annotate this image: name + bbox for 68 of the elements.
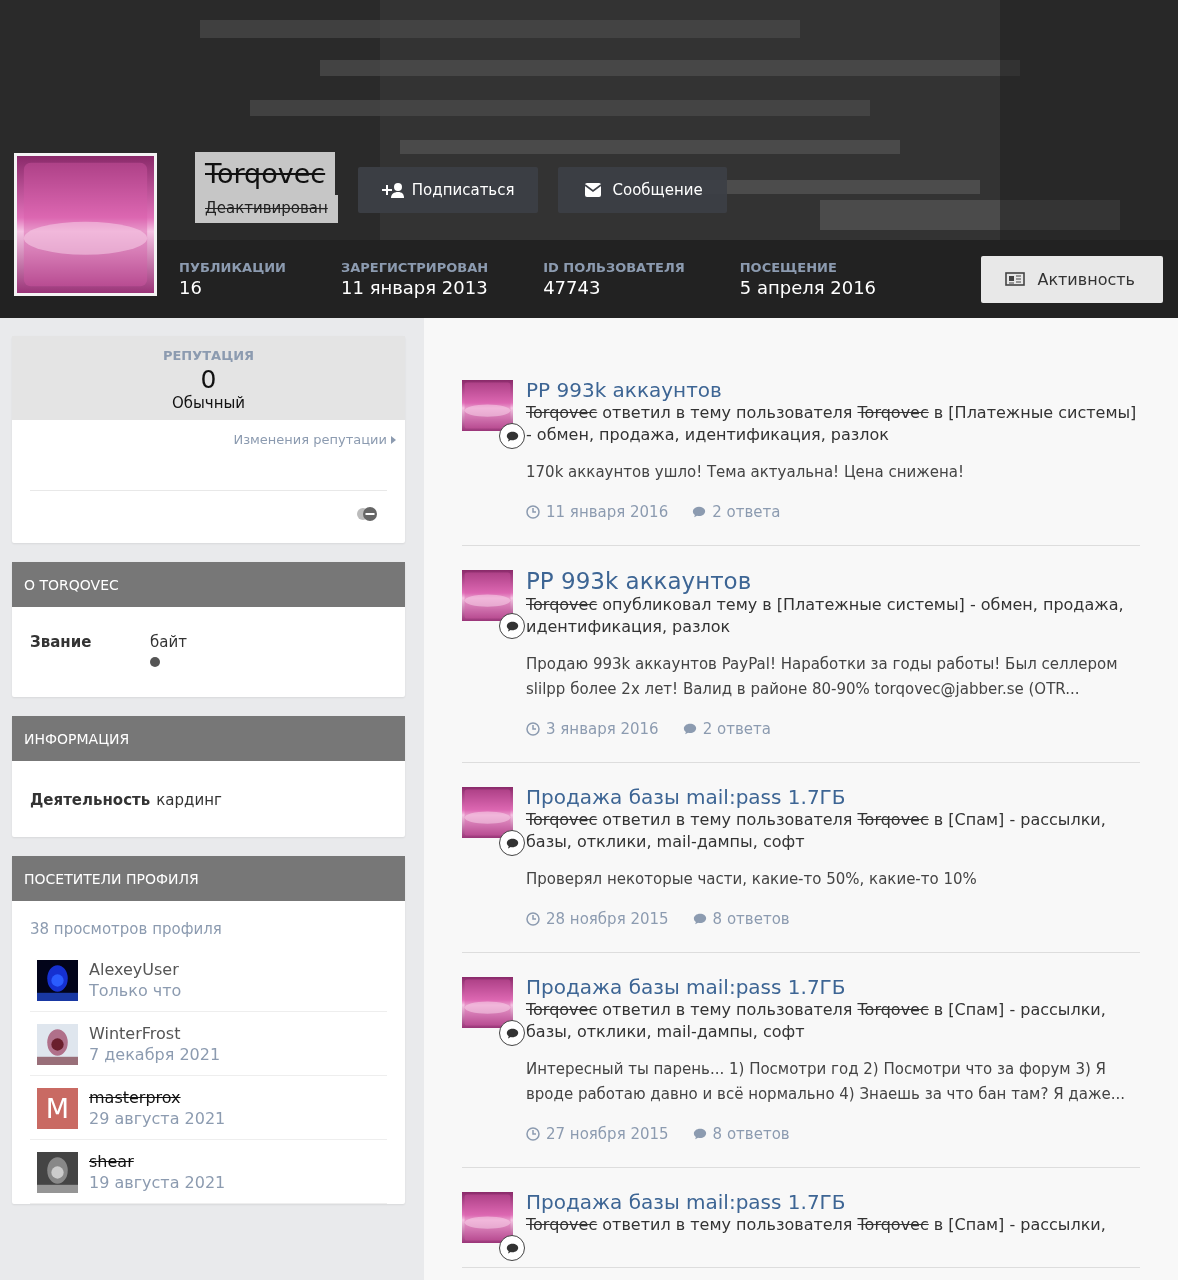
activity-description: Torqovec ответил в тему пользователя Torqovec в [Спам] - рассылки, базы, отклики, mail-дампы, софт (526, 999, 1107, 1043)
stat-value: 5 апреля 2016 (739, 277, 877, 298)
post-date: 27 ноября 2015 (546, 1125, 669, 1143)
reply-count: 2 ответа (712, 503, 781, 521)
post-excerpt: Продаю 993k аккаунтов PayPal! Наработки за годы работы! Был селлером slilpp более 2х лет! Валид в районе 80-90% torqovec@jabber.se (OTR... (526, 654, 1119, 700)
section-header: ПОСЕТИТЕЛИ ПРОФИЛЯ (12, 856, 405, 901)
comment-badge-icon (499, 830, 525, 856)
topic-title-link[interactable]: Продажа базы mail:pass 1.7ГБ (526, 785, 1140, 809)
visitor-name[interactable]: WinterFrost (89, 1024, 221, 1043)
reply-count: 8 ответов (712, 910, 790, 928)
reputation-title: РЕПУТАЦИЯ (162, 348, 255, 363)
section-header: ИНФОРМАЦИЯ (12, 716, 405, 761)
reply-count: 8 ответов (712, 1125, 790, 1143)
post-date: 28 ноября 2015 (546, 910, 669, 928)
visit-time: 19 августа 2021 (89, 1173, 226, 1192)
reply-count: 2 ответа (702, 720, 771, 738)
visitor-name[interactable]: AlexeyUser (89, 960, 182, 979)
topic-title-link[interactable]: PP 993k аккаунтов (526, 378, 1140, 402)
post-date: 3 января 2016 (546, 720, 659, 738)
visit-time: Только что (89, 981, 182, 1000)
minus-circle-icon (356, 507, 378, 521)
reputation-level: Обычный (171, 394, 246, 412)
field-label: Деятельность (30, 791, 151, 809)
stat-value: 47743 (543, 277, 602, 298)
stat-label: ID ПОЛЬЗОВАТЕЛЯ (543, 260, 685, 275)
stat-label: ПУБЛИКАЦИИ (179, 260, 286, 275)
comment-icon (682, 722, 697, 736)
stat-label: ПОСЕЩЕНИЕ (739, 260, 838, 275)
visitor-name[interactable]: masterprox (89, 1088, 226, 1107)
topic-title-link[interactable]: Продажа базы mail:pass 1.7ГБ (526, 975, 1140, 999)
activity-description: Torqovec ответил в тему пользователя Torqovec в [Спам] - рассылки, базы, отклики, mail-дампы, софт (526, 809, 1107, 853)
clock-icon (526, 505, 540, 519)
caret-icon (391, 435, 396, 444)
post-date: 11 января 2016 (546, 503, 669, 521)
stat-value: 16 (179, 277, 203, 298)
post-excerpt: 170k аккаунтов ушло! Тема актуальна! Цена снижена! (526, 462, 966, 483)
comment-badge-icon (499, 423, 525, 449)
comment-icon (692, 1127, 707, 1141)
clock-icon (526, 912, 540, 926)
section-header: О TORQOVEC (12, 562, 405, 607)
visitor-name[interactable]: shear (89, 1152, 226, 1171)
topic-title-link[interactable]: Продажа базы mail:pass 1.7ГБ (526, 1190, 1140, 1214)
activity-description: Torqovec ответил в тему пользователя Torqovec в [Платежные системы] - обмен, продажа, идентификация, разлок (526, 402, 1138, 446)
reputation-value: 0 (200, 365, 217, 394)
topic-title-link[interactable]: PP 993k аккаунтов (526, 568, 1140, 594)
comment-badge-icon (499, 613, 525, 639)
activity-description: Torqovec опубликовал тему в [Платежные системы] - обмен, продажа, идентификация, разлок (526, 594, 1125, 638)
comment-badge-icon (499, 1235, 525, 1261)
field-value: кардинг (156, 791, 222, 809)
activity-button[interactable]: Активность (981, 255, 1163, 303)
comment-icon (692, 912, 707, 926)
newspaper-icon (1005, 271, 1026, 287)
comment-icon (692, 505, 707, 519)
clock-icon (526, 1127, 540, 1141)
rank-dot-icon (150, 657, 160, 667)
stat-value: 11 января 2013 (341, 277, 489, 298)
letter-avatar: M (37, 1088, 78, 1129)
clock-icon (526, 722, 540, 736)
post-excerpt: Проверял некоторые части, какие-то 50%, какие-то 10% (526, 869, 978, 890)
visit-time: 29 августа 2021 (89, 1109, 226, 1128)
profile-views: 38 просмотров профиля (29, 919, 223, 940)
post-excerpt: Интересный ты парень... 1) Посмотри год 2) Посмотри что за форум 3) Я вроде работаю давно и всё нормально 4) Знаешь за что бан там? Я даже... (526, 1059, 1126, 1105)
stat-label: ЗАРЕГИСТРИРОВАН (341, 260, 489, 275)
activity-description: Torqovec ответил в тему пользователя Torqovec в [Спам] - рассылки, (526, 1214, 1107, 1236)
visit-time: 7 декабря 2021 (89, 1045, 221, 1064)
comment-badge-icon (499, 1020, 525, 1046)
field-value: байт (150, 633, 188, 651)
field-label: Звание (30, 633, 93, 653)
